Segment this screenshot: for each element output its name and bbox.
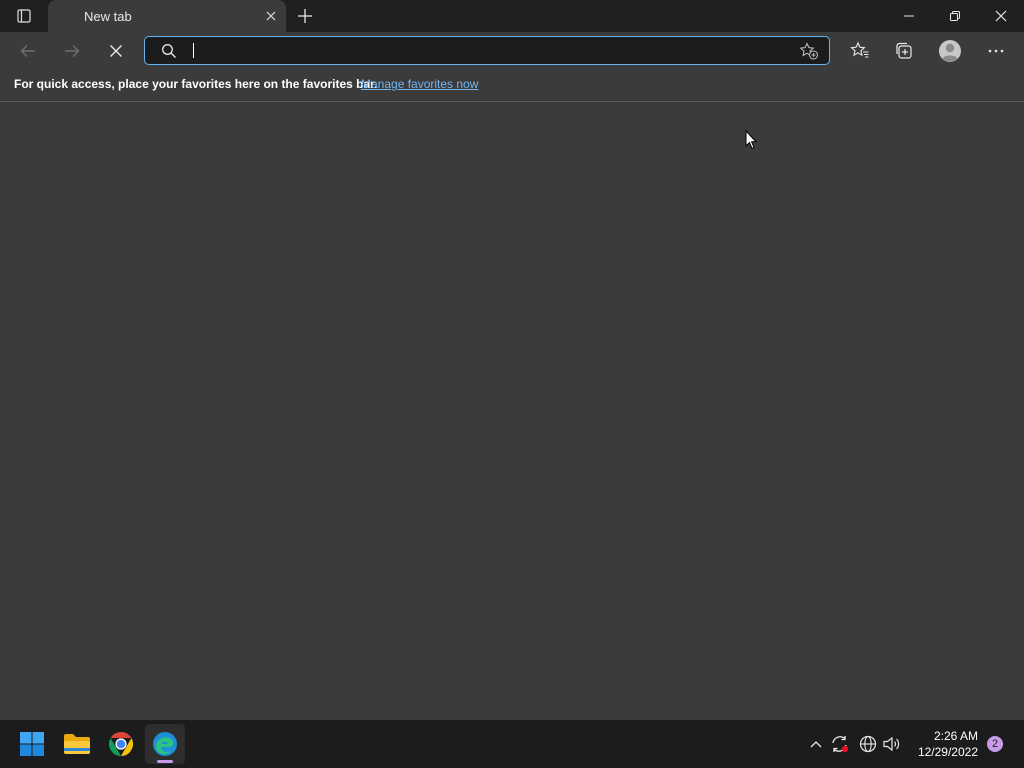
speaker-icon — [883, 736, 900, 752]
address-input[interactable] — [191, 40, 781, 60]
navigation-toolbar — [0, 32, 1024, 70]
network-button[interactable] — [858, 734, 878, 754]
taskbar: 2:26 AM 12/29/2022 2 — [0, 720, 1024, 768]
start-button[interactable] — [12, 724, 52, 764]
chevron-up-icon — [810, 741, 822, 748]
title-bar: New tab — [0, 0, 1024, 32]
address-bar[interactable] — [144, 36, 830, 65]
manage-favorites-link[interactable]: Manage favorites now — [361, 77, 478, 91]
edge-icon — [153, 732, 177, 756]
minimize-button[interactable] — [886, 0, 932, 32]
tab-new-tab[interactable]: New tab — [48, 0, 286, 32]
star-add-icon — [799, 42, 819, 60]
active-app-indicator — [157, 760, 173, 763]
file-explorer-button[interactable] — [57, 724, 97, 764]
chrome-button[interactable] — [101, 724, 141, 764]
avatar — [939, 40, 961, 62]
close-icon — [266, 11, 276, 21]
arrow-right-icon — [65, 45, 80, 57]
chrome-icon — [108, 732, 134, 756]
volume-button[interactable] — [882, 734, 902, 754]
favorites-bar: For quick access, place your favorites h… — [0, 70, 1024, 102]
add-favorite-button[interactable] — [799, 42, 819, 60]
more-horizontal-icon — [988, 49, 1004, 53]
search-icon — [161, 43, 177, 59]
stop-loading-button[interactable] — [100, 36, 132, 66]
screen: New tab For quick access, place your fav… — [0, 0, 1024, 768]
folder-icon — [64, 734, 90, 754]
arrow-left-icon — [20, 45, 35, 57]
mouse-pointer-icon — [745, 130, 757, 150]
restore-button[interactable] — [932, 0, 978, 32]
close-icon — [995, 10, 1007, 22]
forward-button[interactable] — [56, 36, 88, 66]
sync-status-button[interactable] — [830, 734, 850, 754]
tab-actions-icon — [17, 9, 31, 23]
window-close-button[interactable] — [978, 0, 1024, 32]
back-button[interactable] — [12, 36, 44, 66]
windows-logo-icon — [20, 732, 44, 756]
favorites-star-icon — [850, 41, 869, 58]
favorites-button[interactable] — [844, 36, 876, 66]
show-hidden-icons-button[interactable] — [806, 734, 826, 754]
settings-and-more-button[interactable] — [980, 36, 1012, 66]
sync-icon — [832, 736, 849, 753]
page-content — [0, 102, 1024, 720]
text-cursor — [193, 43, 194, 58]
clock[interactable]: 2:26 AM 12/29/2022 — [908, 728, 978, 760]
tab-title: New tab — [84, 9, 132, 24]
new-tab-button[interactable] — [292, 4, 318, 28]
collections-button[interactable] — [888, 36, 920, 66]
minimize-icon — [904, 15, 914, 17]
edge-button[interactable] — [145, 724, 185, 764]
plus-icon — [298, 9, 312, 23]
profile-button[interactable] — [934, 36, 966, 66]
restore-icon — [950, 11, 960, 21]
tab-actions-button[interactable] — [8, 4, 40, 28]
tab-close-button[interactable] — [262, 7, 280, 25]
notification-badge[interactable]: 2 — [987, 736, 1003, 752]
globe-icon — [859, 735, 877, 753]
favorites-bar-message: For quick access, place your favorites h… — [14, 77, 378, 91]
close-icon — [110, 45, 122, 57]
clock-time: 2:26 AM — [933, 729, 978, 743]
collections-icon — [896, 42, 912, 59]
clock-date: 12/29/2022 — [917, 745, 978, 759]
